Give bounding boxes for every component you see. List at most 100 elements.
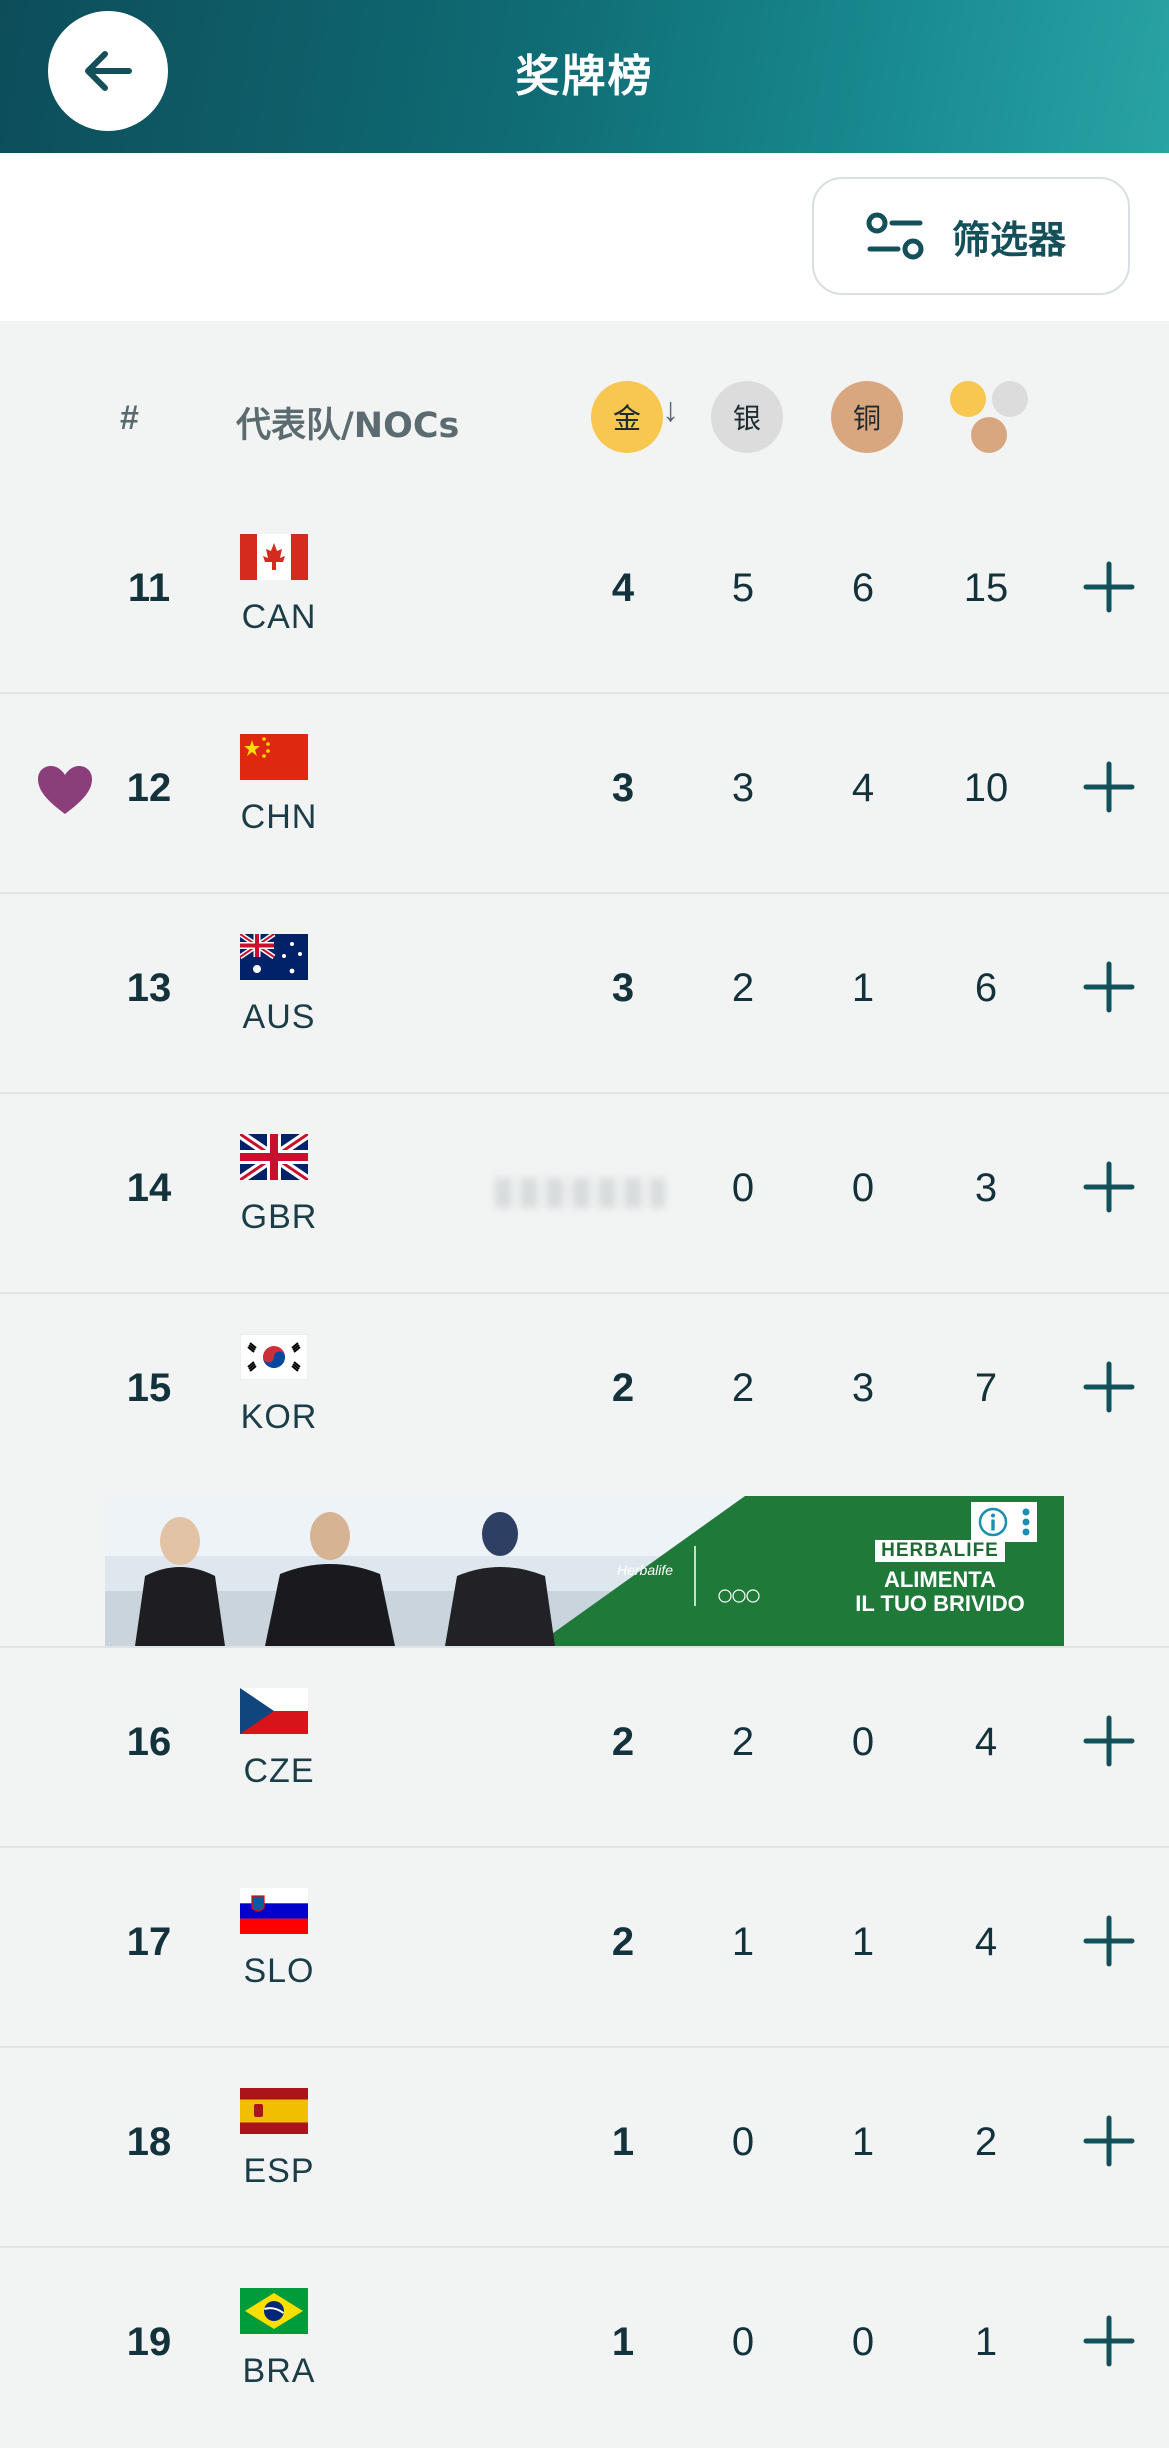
ad-tagline: ALIMENTA IL TUO BRIVIDO — [840, 1568, 1040, 1616]
rank: 14 — [126, 1166, 172, 1210]
silver-dot-icon — [992, 381, 1028, 417]
gold-count: 4 — [611, 566, 635, 610]
filter-label: 筛选器 — [952, 217, 1067, 262]
ad-headline: HERBALIFE — [875, 1540, 1005, 1562]
expand-plus-icon[interactable] — [1082, 560, 1136, 614]
canada-flag-icon — [240, 534, 308, 580]
noc-code: KOR — [240, 1398, 318, 1436]
noc-code: SLO — [243, 1952, 315, 1990]
bronze-label: 铜 — [852, 402, 881, 435]
noc-code: CZE — [243, 1752, 315, 1790]
gold-dot-icon — [950, 381, 986, 417]
ad-area: Herbalife HERBALIFE ALIMENTA IL TUO BRIV… — [0, 1476, 1169, 1648]
total-count: 1 — [974, 2320, 998, 2364]
bronze-column-header[interactable]: 铜 — [831, 381, 903, 453]
more-vertical-icon — [1022, 1508, 1029, 1536]
noc-code: AUS — [242, 998, 316, 1036]
rank: 15 — [126, 1366, 172, 1410]
ad-brand-text: Herbalife — [617, 1562, 674, 1578]
info-icon — [978, 1507, 1007, 1537]
total-count: 4 — [974, 1720, 998, 1764]
uk-flag-icon — [240, 1134, 308, 1180]
expand-plus-icon[interactable] — [1082, 2314, 1136, 2368]
expand-plus-icon[interactable] — [1082, 1360, 1136, 1414]
rank: 16 — [126, 1720, 172, 1764]
app-header: 奖牌榜 — [0, 0, 1169, 153]
ad-tagline-line-1: ALIMENTA — [883, 1567, 997, 1592]
ad-banner[interactable]: Herbalife HERBALIFE ALIMENTA IL TUO BRIV… — [105, 1496, 1064, 1646]
expand-plus-icon[interactable] — [1082, 1714, 1136, 1768]
slovenia-flag-icon — [240, 1888, 308, 1934]
gold-column-header[interactable]: 金 — [591, 381, 663, 453]
table-row[interactable]: 18 ESP 1 0 1 2 — [0, 2048, 1169, 2248]
table-row[interactable]: 12 CHN 3 3 4 10 — [0, 694, 1169, 894]
rank: 13 — [126, 966, 172, 1010]
filter-button[interactable]: 筛选器 — [812, 177, 1130, 295]
brazil-flag-icon — [240, 2288, 308, 2334]
silver-count: 2 — [731, 1720, 755, 1764]
expand-plus-icon[interactable] — [1082, 1160, 1136, 1214]
bronze-count: 0 — [851, 2320, 875, 2364]
australia-flag-icon — [240, 934, 308, 980]
expand-plus-icon[interactable] — [1082, 960, 1136, 1014]
rank: 19 — [126, 2320, 172, 2364]
expand-plus-icon[interactable] — [1082, 2114, 1136, 2168]
favorite-heart-icon[interactable] — [36, 764, 94, 816]
gold-count: 1 — [611, 2120, 635, 2164]
silver-count: 0 — [731, 2320, 755, 2364]
silver-count: 0 — [731, 1166, 755, 1210]
bronze-count: 1 — [851, 1920, 875, 1964]
total-column-header[interactable] — [948, 379, 1032, 459]
table-row[interactable]: 15 KOR 2 2 3 7 — [0, 1294, 1169, 1476]
silver-count: 5 — [731, 566, 755, 610]
table-row[interactable]: 11 CAN 4 5 6 15 — [0, 494, 1169, 694]
silver-count: 0 — [731, 2120, 755, 2164]
rank-column-header: # — [120, 399, 139, 437]
ad-tagline-line-2: IL TUO BRIVIDO — [855, 1591, 1025, 1616]
gold-count: 3 — [611, 766, 635, 810]
czechia-flag-icon — [240, 1688, 308, 1734]
table-row[interactable]: 14 GBR 0 0 3 — [0, 1094, 1169, 1294]
rank: 11 — [127, 566, 171, 610]
bronze-dot-icon — [971, 417, 1007, 453]
sort-down-icon: ↓ — [662, 391, 679, 429]
china-flag-icon — [240, 734, 308, 780]
gold-count: 2 — [611, 1720, 635, 1764]
rank: 12 — [126, 766, 172, 810]
sliders-icon — [866, 212, 924, 260]
bronze-count: 3 — [851, 1366, 875, 1410]
table-header: # 代表队/NOCs 金 ↓ 银 铜 — [0, 321, 1169, 511]
table-row[interactable]: 13 AUS 3 2 1 6 — [0, 894, 1169, 1094]
silver-column-header[interactable]: 银 — [711, 381, 783, 453]
total-count: 15 — [963, 566, 1009, 610]
silver-label: 银 — [732, 402, 761, 435]
gold-count: 2 — [611, 1920, 635, 1964]
noc-code: GBR — [240, 1198, 318, 1236]
gold-count: 2 — [611, 1366, 635, 1410]
bronze-count: 0 — [851, 1166, 875, 1210]
page-title: 奖牌榜 — [515, 51, 654, 102]
table-row[interactable]: 17 SLO 2 1 1 4 — [0, 1848, 1169, 2048]
bronze-count: 0 — [851, 1720, 875, 1764]
rank: 18 — [126, 2120, 172, 2164]
noc-column-header: 代表队/NOCs — [236, 406, 460, 446]
noc-code: CHN — [240, 798, 318, 836]
table-row[interactable]: 19 BRA 1 0 0 1 — [0, 2248, 1169, 2448]
expand-plus-icon[interactable] — [1082, 1914, 1136, 1968]
silver-count: 2 — [731, 966, 755, 1010]
spain-flag-icon — [240, 2088, 308, 2134]
rank: 17 — [126, 1920, 172, 1964]
noc-code: BRA — [242, 2352, 316, 2390]
expand-plus-icon[interactable] — [1082, 760, 1136, 814]
silver-count: 2 — [731, 1366, 755, 1410]
table-row[interactable]: 16 CZE 2 2 0 4 — [0, 1648, 1169, 1848]
total-count: 3 — [974, 1166, 998, 1210]
ad-choices[interactable] — [971, 1502, 1037, 1542]
gold-count: 3 — [611, 966, 635, 1010]
silver-count: 1 — [731, 1920, 755, 1964]
total-count: 10 — [963, 766, 1009, 810]
bronze-count: 6 — [851, 566, 875, 610]
noc-code: ESP — [243, 2152, 315, 2190]
total-count: 6 — [974, 966, 998, 1010]
gold-count: 1 — [611, 2320, 635, 2364]
